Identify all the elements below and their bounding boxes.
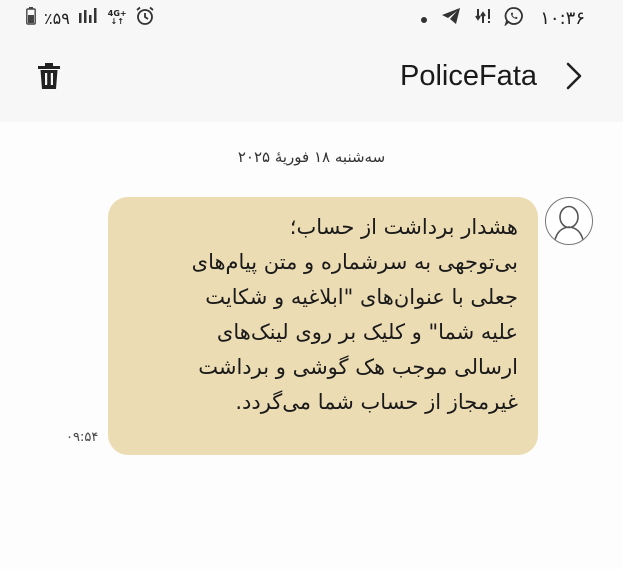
alarm-icon [135, 6, 155, 30]
message-line: هشدار برداشت از حساب؛ [289, 215, 518, 239]
delete-button[interactable] [34, 62, 64, 94]
signal-icon [78, 7, 100, 29]
status-bar-right: ۱۰:۳۶ [420, 6, 585, 30]
network-type: 4G+ [107, 9, 127, 18]
status-time: ۱۰:۳۶ [540, 7, 585, 29]
dot-icon [420, 9, 428, 28]
message-timestamp: ۰۹:۵۴ [66, 430, 99, 445]
message-bubble[interactable]: هشدار برداشت از حساب؛ بی‌توجهی به سرشمار… [108, 197, 538, 455]
message-line: ارسالی موجب هک گوشی و برداشت [198, 355, 518, 379]
date-separator: سه‌شنبه ۱۸ فوریهٔ ۲۰۲۵ [237, 148, 386, 166]
conversation-header: PoliceFata [0, 36, 623, 122]
person-icon [546, 205, 592, 244]
trash-icon [37, 62, 61, 94]
status-bar-left: ٪۵۹ 4G+ ↓↑ [26, 6, 155, 30]
data-alert-icon [474, 6, 492, 30]
battery-percent: ٪۵۹ [44, 8, 70, 28]
message-line: بی‌توجهی به سرشماره و متن پیام‌های [191, 250, 518, 274]
conversation-area[interactable]: سه‌شنبه ۱۸ فوریهٔ ۲۰۲۵ هشدار برداشت از ح… [0, 122, 623, 569]
chevron-right-icon [565, 61, 583, 95]
network-indicator: 4G+ ↓↑ [107, 9, 127, 26]
contact-avatar[interactable] [545, 197, 593, 245]
message-line: غیرمجاز از حساب شما می‌گردد. [235, 390, 518, 414]
whatsapp-icon [504, 6, 524, 30]
message-line: جعلی با عنوان‌های "ابلاغیه و شکایت [205, 285, 518, 309]
contact-name[interactable]: PoliceFata [400, 60, 537, 93]
telegram-icon [440, 6, 462, 30]
status-bar: ۱۰:۳۶ ٪۵۹ 4G+ ↓↑ [0, 0, 623, 36]
message-line: علیه شما" و کلیک بر روی لینک‌های [216, 320, 518, 344]
back-button[interactable] [561, 62, 587, 94]
battery-icon [26, 7, 36, 29]
messaging-screen: ۱۰:۳۶ ٪۵۹ 4G+↓↑ [0, 0, 623, 569]
